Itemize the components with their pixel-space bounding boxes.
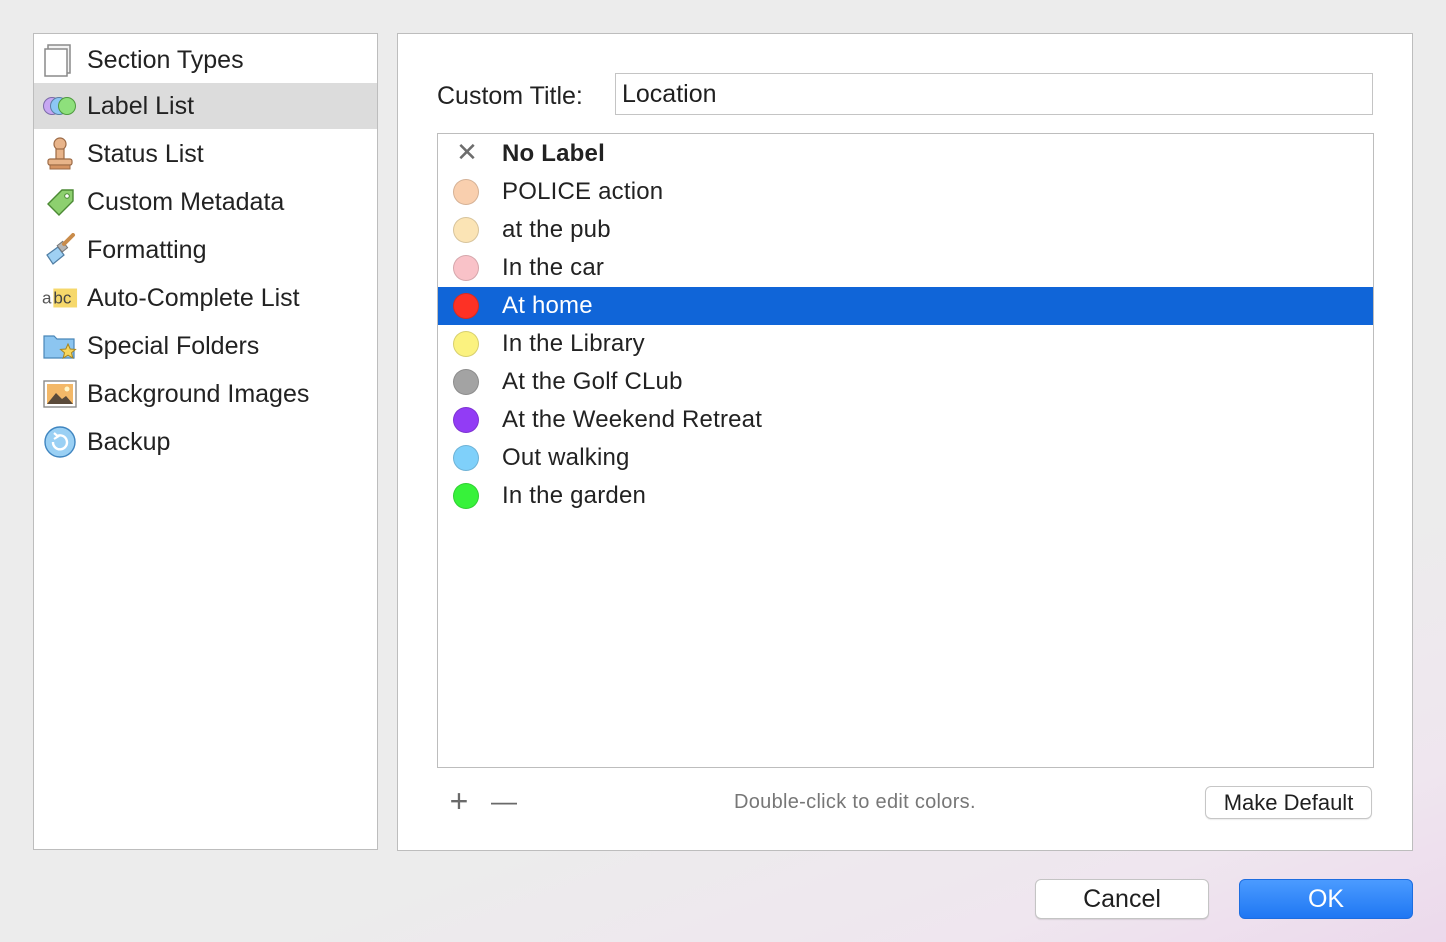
settings-sidebar: Section Types Label List Status List Cus… <box>33 33 378 850</box>
label-row[interactable]: At the Weekend Retreat <box>438 401 1373 439</box>
custom-title-label: Custom Title: <box>437 82 583 110</box>
cancel-button[interactable]: Cancel <box>1035 879 1209 919</box>
pages-icon <box>42 42 78 78</box>
color-dot-icon <box>453 255 479 281</box>
label-name: POLICE action <box>502 178 664 205</box>
label-row[interactable]: At the Golf CLub <box>438 363 1373 401</box>
paintbrush-icon <box>42 232 78 268</box>
sidebar-item-section-types[interactable]: Section Types <box>34 37 377 83</box>
label-list[interactable]: ✕ No Label POLICE action at the pub In t… <box>437 133 1374 768</box>
sidebar-item-formatting[interactable]: Formatting <box>34 227 377 273</box>
sidebar-item-backup[interactable]: Backup <box>34 419 377 465</box>
color-dot-icon <box>453 217 479 243</box>
label-circles-icon <box>42 88 78 124</box>
color-dot-icon <box>453 369 479 395</box>
color-dot-icon <box>453 407 479 433</box>
sidebar-item-status-list[interactable]: Status List <box>34 131 377 177</box>
color-dot-icon <box>453 179 479 205</box>
ok-button[interactable]: OK <box>1239 879 1413 919</box>
svg-text:bc: bc <box>53 289 71 308</box>
sidebar-item-auto-complete-list[interactable]: a bc Auto-Complete List <box>34 275 377 321</box>
sidebar-item-label: Formatting <box>87 235 207 264</box>
x-mark-icon: ✕ <box>456 137 478 167</box>
sidebar-item-label: Background Images <box>87 379 310 408</box>
label-name: In the garden <box>502 482 647 509</box>
add-label-button[interactable]: + <box>444 783 474 819</box>
make-default-button[interactable]: Make Default <box>1205 786 1372 819</box>
label-name: In the car <box>502 254 605 281</box>
sidebar-item-label: Status List <box>87 139 204 168</box>
picture-icon <box>42 376 78 412</box>
svg-text:a: a <box>42 289 52 308</box>
sidebar-item-special-folders[interactable]: Special Folders <box>34 323 377 369</box>
label-name: At the Weekend Retreat <box>502 406 763 433</box>
label-row[interactable]: at the pub <box>438 211 1373 249</box>
sidebar-item-label: Custom Metadata <box>87 187 285 216</box>
label-name: Out walking <box>502 444 630 471</box>
sidebar-item-label-list[interactable]: Label List <box>34 83 377 129</box>
label-row[interactable]: In the car <box>438 249 1373 287</box>
sidebar-item-background-images[interactable]: Background Images <box>34 371 377 417</box>
sidebar-item-label: Special Folders <box>87 331 260 360</box>
abc-icon: a bc <box>42 280 78 316</box>
remove-label-button[interactable]: — <box>489 783 519 819</box>
edit-colors-hint: Double-click to edit colors. <box>734 791 976 813</box>
label-name: At home <box>502 292 593 319</box>
color-dot-icon <box>453 483 479 509</box>
stamp-icon <box>42 136 78 172</box>
color-dot-icon <box>453 445 479 471</box>
sidebar-item-label: Label List <box>87 91 195 120</box>
label-name: At the Golf CLub <box>502 368 683 395</box>
label-name: No Label <box>502 140 605 167</box>
label-row[interactable]: Out walking <box>438 439 1373 477</box>
custom-title-input[interactable] <box>615 73 1373 115</box>
label-row[interactable]: In the Library <box>438 325 1373 363</box>
label-row-selected[interactable]: At home <box>438 287 1373 325</box>
label-row[interactable]: In the garden <box>438 477 1373 515</box>
label-row[interactable]: POLICE action <box>438 173 1373 211</box>
sidebar-item-label: Backup <box>87 427 171 456</box>
folder-star-icon <box>42 328 78 364</box>
sidebar-item-label: Auto-Complete List <box>87 283 300 312</box>
label-name: In the Library <box>502 330 645 357</box>
sidebar-item-label: Section Types <box>87 45 244 74</box>
label-row-no-label[interactable]: ✕ No Label <box>438 135 1373 173</box>
label-list-panel: Custom Title: ✕ No Label POLICE action a… <box>397 33 1413 851</box>
color-dot-icon <box>453 331 479 357</box>
tag-icon <box>42 184 78 220</box>
label-name: at the pub <box>502 216 611 243</box>
backup-icon <box>42 424 78 460</box>
color-dot-icon <box>453 293 479 319</box>
sidebar-item-custom-metadata[interactable]: Custom Metadata <box>34 179 377 225</box>
